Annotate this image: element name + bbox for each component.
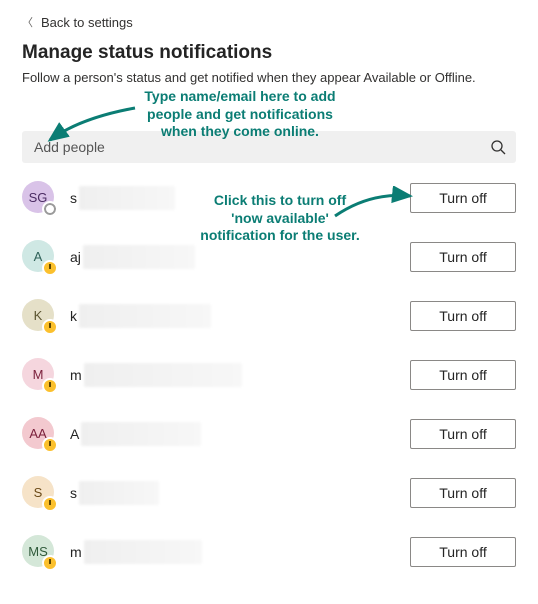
person-row: AAATurn off — [22, 417, 516, 451]
turn-off-button[interactable]: Turn off — [410, 419, 516, 449]
person-row: Mm Turn off — [22, 358, 516, 392]
chevron-left-icon: 〈 — [22, 14, 33, 30]
redacted-name — [84, 363, 242, 387]
redacted-name — [79, 186, 175, 210]
name-prefix: s — [70, 485, 77, 501]
person-name: m — [70, 363, 410, 387]
person-row: Ss Turn off — [22, 476, 516, 510]
avatar[interactable]: K — [22, 299, 56, 333]
redacted-name — [81, 422, 201, 446]
avatar[interactable]: SG — [22, 181, 56, 215]
turn-off-button[interactable]: Turn off — [410, 242, 516, 272]
back-label: Back to settings — [41, 15, 133, 30]
people-list: SG s Turn off Aaj Turn off Kk Turn off Mm Turn o… — [22, 181, 516, 569]
redacted-name — [84, 540, 202, 564]
avatar[interactable]: AA — [22, 417, 56, 451]
avatar[interactable]: M — [22, 358, 56, 392]
page-title: Manage status notifications — [22, 42, 516, 64]
person-name: aj — [70, 245, 410, 269]
search-icon — [490, 139, 506, 155]
presence-away-icon — [42, 555, 58, 571]
presence-away-icon — [42, 319, 58, 335]
avatar[interactable]: S — [22, 476, 56, 510]
person-name: k — [70, 304, 410, 328]
person-row: MS m Turn off — [22, 535, 516, 569]
avatar[interactable]: MS — [22, 535, 56, 569]
presence-offline-icon — [42, 201, 58, 217]
name-prefix: s — [70, 190, 77, 206]
name-prefix: k — [70, 308, 77, 324]
page-subtitle: Follow a person's status and get notifie… — [22, 70, 516, 85]
redacted-name — [79, 304, 211, 328]
add-people-input[interactable] — [32, 138, 490, 156]
name-prefix: m — [70, 544, 82, 560]
turn-off-button[interactable]: Turn off — [410, 301, 516, 331]
person-name: s — [70, 481, 410, 505]
redacted-name — [79, 481, 159, 505]
presence-away-icon — [42, 437, 58, 453]
person-name: A — [70, 422, 410, 446]
name-prefix: m — [70, 367, 82, 383]
presence-away-icon — [42, 496, 58, 512]
presence-away-icon — [42, 378, 58, 394]
presence-away-icon — [42, 260, 58, 276]
turn-off-button[interactable]: Turn off — [410, 360, 516, 390]
turn-off-button[interactable]: Turn off — [410, 478, 516, 508]
person-row: SG s Turn off — [22, 181, 516, 215]
avatar[interactable]: A — [22, 240, 56, 274]
name-prefix: A — [70, 426, 79, 442]
redacted-name — [83, 245, 195, 269]
back-to-settings-link[interactable]: 〈 Back to settings — [22, 10, 516, 34]
person-row: Kk Turn off — [22, 299, 516, 333]
person-row: Aaj Turn off — [22, 240, 516, 274]
turn-off-button[interactable]: Turn off — [410, 183, 516, 213]
turn-off-button[interactable]: Turn off — [410, 537, 516, 567]
add-people-search[interactable] — [22, 131, 516, 163]
person-name: s — [70, 186, 410, 210]
name-prefix: aj — [70, 249, 81, 265]
person-name: m — [70, 540, 410, 564]
